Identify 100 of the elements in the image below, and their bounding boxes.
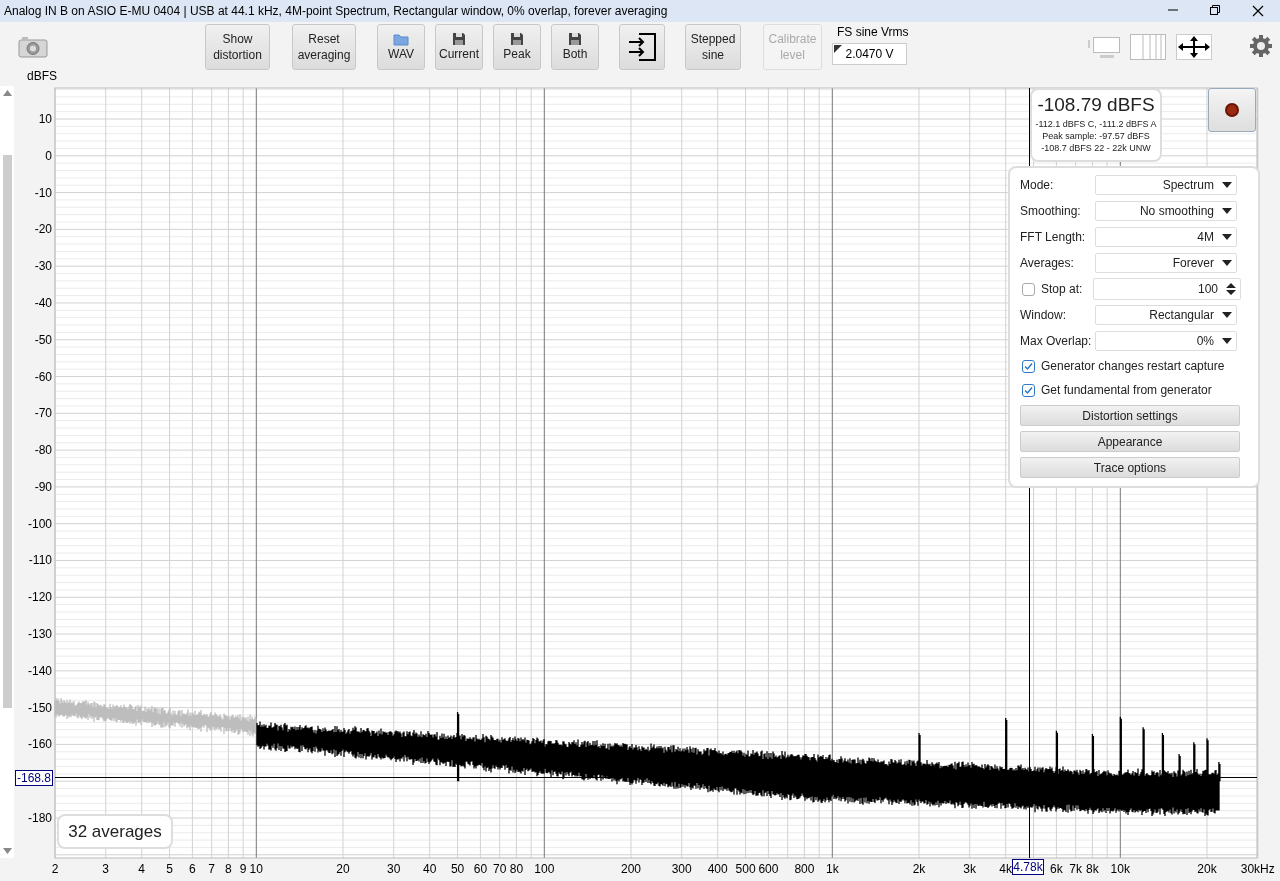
save-button[interactable]: Current — [435, 24, 483, 70]
x-tick-label: 10k — [1110, 862, 1130, 876]
checkbox[interactable]: Get fundamental from generator — [1020, 380, 1258, 400]
x-tick-label: 30 — [387, 862, 401, 876]
x-tick-label: 3k — [963, 862, 977, 876]
field-label: Smoothing: — [1020, 204, 1082, 218]
y-tick-label: 0 — [45, 148, 52, 163]
x-tick-label: 800 — [794, 862, 815, 876]
y-tick-label: -80 — [34, 443, 52, 458]
x-tick-label: 20 — [336, 862, 350, 876]
x-tick-label: 60 — [473, 862, 488, 876]
record-button[interactable] — [1208, 88, 1256, 132]
x-tick-label: 5 — [166, 862, 173, 876]
y-tick-label: -60 — [34, 369, 52, 384]
x-tick-label: 6k — [1050, 862, 1063, 876]
readout-detail: Peak sample: -97.57 dBFS — [1042, 130, 1150, 142]
caret-icon — [1222, 338, 1232, 344]
panel-button[interactable]: Distortion settings — [1020, 405, 1240, 426]
record-dot-icon — [1224, 102, 1240, 118]
close-icon[interactable] — [1252, 5, 1264, 17]
settings-icon[interactable] — [1250, 35, 1272, 57]
panel-button[interactable]: Trace options — [1020, 457, 1240, 478]
y-tick-label: -90 — [34, 479, 52, 494]
field-label: Window: — [1020, 308, 1067, 322]
caret-icon — [1222, 208, 1232, 214]
x-tick-label: 300 — [671, 862, 692, 876]
camera-icon[interactable] — [18, 36, 48, 58]
readout-detail: -108.7 dBFS 22 - 22k UNW — [1041, 142, 1151, 154]
wav-button[interactable]: WAV — [377, 24, 425, 70]
x-tick-label: 4k — [999, 862, 1013, 876]
folder-icon — [393, 32, 409, 46]
x-tick-label: 10 — [249, 862, 263, 876]
dropdown[interactable]: Spectrum — [1095, 175, 1237, 195]
window-title: Analog IN B on ASIO E-MU 0404 | USB at 44.1 kHz, 4M-point Spectrum, Rectangular window, 0% overlap, forever averaging — [4, 4, 669, 18]
checkbox[interactable]: Stop at: — [1020, 279, 1093, 299]
panel-button[interactable]: Appearance — [1020, 431, 1240, 452]
y-tick-label: -120 — [27, 590, 52, 605]
spin-arrows-icon — [1226, 283, 1236, 295]
x-tick-label: 200 — [621, 862, 641, 876]
dropdown[interactable]: 0% — [1095, 331, 1237, 351]
toolbar-button[interactable]: Stepped sine — [685, 24, 741, 70]
x-tick-label: 2 — [51, 862, 59, 876]
dropdown[interactable]: 4M — [1095, 227, 1237, 247]
x-tick-label: 80 — [509, 862, 524, 876]
caret-icon — [1222, 182, 1232, 188]
x-tick-label: 7k — [1069, 862, 1083, 876]
y-tick-label: -10 — [34, 185, 52, 200]
restore-icon[interactable] — [1210, 5, 1220, 15]
x-tick-label: 3 — [102, 862, 110, 876]
averages-count: 32 averages — [57, 814, 173, 849]
save-button[interactable]: Both — [551, 24, 599, 70]
field-label: FFT Length: — [1020, 230, 1087, 244]
x-tick-label: 2k — [912, 862, 926, 876]
level-readout: -108.79 dBFS — [1037, 93, 1155, 117]
x-tick-label: 6 — [189, 862, 196, 876]
toolbar-button[interactable]: Show distortion — [205, 24, 270, 70]
x-tick-label: 30kHz — [1240, 862, 1275, 876]
y-tick-label: -40 — [34, 295, 52, 310]
x-tick-label: 7 — [208, 862, 216, 876]
scrollbar[interactable] — [0, 86, 14, 858]
toolbar-button[interactable]: Reset averaging — [292, 24, 356, 70]
x-tick-label: 8k — [1086, 862, 1099, 876]
y-tick-label: -100 — [27, 516, 52, 531]
x-tick-label: 20k — [1197, 862, 1217, 876]
y-tick-label: -110 — [28, 553, 52, 568]
import-button[interactable] — [619, 24, 665, 70]
dropdown[interactable]: No smoothing — [1095, 201, 1237, 221]
move-arrows-icon[interactable] — [1176, 34, 1212, 60]
y-tick-label: 10 — [38, 112, 52, 126]
corner-mark-icon — [834, 45, 842, 53]
field-label: Max Overlap: — [1020, 334, 1093, 348]
axis-unit-label: dBFS — [27, 70, 57, 83]
dropdown[interactable]: Forever — [1095, 253, 1237, 273]
y-tick-label: -140 — [27, 663, 52, 678]
readout-detail: -112.1 dBFS C, -111.2 dBFS A — [1035, 118, 1157, 130]
check-icon — [1024, 385, 1033, 395]
y-tick-label: -160 — [27, 737, 52, 752]
save-button[interactable]: Peak — [493, 24, 541, 70]
x-tick-label: 100 — [534, 862, 555, 876]
import-arrows-icon — [627, 32, 657, 62]
x-tick-label: 40 — [423, 862, 437, 876]
fs-voltage-field[interactable]: 2.0470 V — [832, 43, 907, 65]
caret-icon — [1222, 234, 1232, 240]
x-tick-label: 8 — [225, 862, 232, 876]
y-tick-label: -180 — [27, 811, 52, 825]
x-tick-label: 50 — [450, 862, 465, 876]
check-icon — [1024, 361, 1033, 371]
dropdown[interactable]: Rectangular — [1095, 305, 1237, 325]
number-spinner[interactable]: 100 — [1093, 278, 1241, 300]
x-tick-label: 4 — [138, 862, 146, 876]
x-tick-label: 400 — [707, 862, 728, 876]
checkbox[interactable]: Generator changes restart capture — [1020, 356, 1258, 376]
caret-icon — [1222, 260, 1232, 266]
y-tick-label: -50 — [34, 332, 52, 347]
y-tick-label: -130 — [27, 627, 52, 642]
y-tick-label: -20 — [34, 222, 52, 237]
caret-icon — [1222, 312, 1232, 318]
cursor-level-label: -168.8 — [15, 770, 53, 786]
x-tick-label: 9 — [239, 862, 247, 876]
cursor-frequency-label: 4.78k — [1012, 859, 1044, 875]
